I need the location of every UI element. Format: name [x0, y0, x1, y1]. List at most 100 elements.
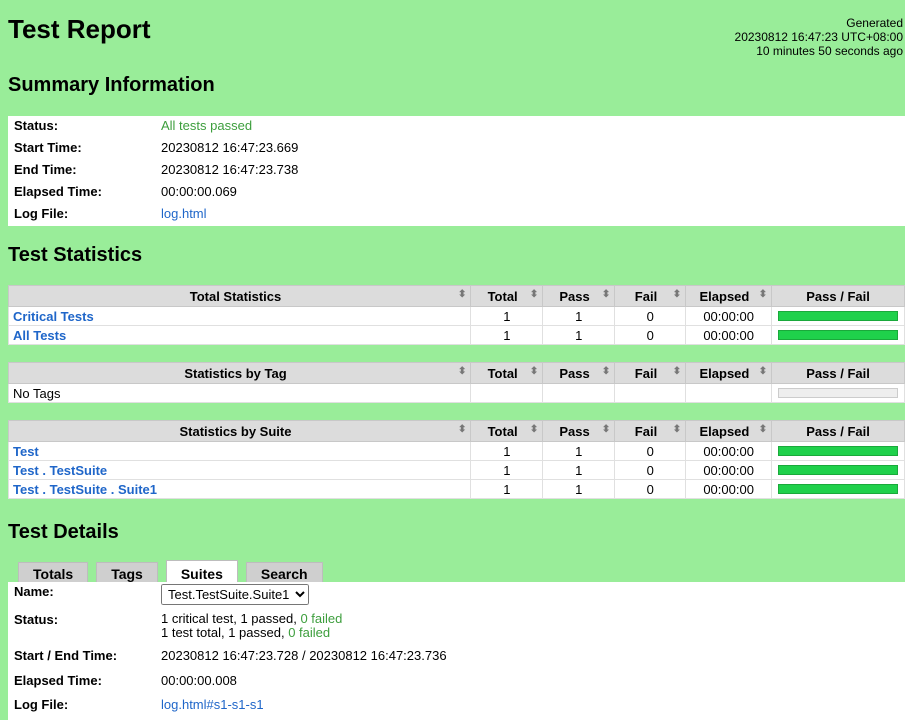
- empty-cell: [470, 383, 544, 403]
- summary-log-link-cell: log.html: [161, 204, 905, 226]
- critical-tests-link[interactable]: Critical Tests: [13, 309, 94, 324]
- summary-row-log: Log File: log.html: [8, 204, 905, 226]
- generated-time: 20230812 16:47:23 UTC+08:00: [734, 30, 903, 44]
- table-header-row: Statistics by Suite ⬍ Total ⬍ Pass ⬍ Fail…: [7, 420, 905, 442]
- details-label: Start / End Time:: [14, 647, 118, 663]
- pass-column-header[interactable]: Pass ⬍: [542, 420, 616, 442]
- stat-pass: 1: [542, 325, 616, 345]
- stat-total: 1: [470, 479, 544, 499]
- pass-fail-bar-cell: [771, 325, 905, 345]
- elapsed-column-header[interactable]: Elapsed ⬍: [685, 362, 773, 384]
- statistics-heading: Test Statistics: [8, 244, 143, 266]
- stat-name: Test: [7, 441, 472, 461]
- summary-label: Status:: [14, 118, 59, 133]
- elapsed-column-header[interactable]: Elapsed ⬍: [685, 285, 773, 307]
- suite-test-link[interactable]: Test: [13, 444, 39, 459]
- suite-statistics-table: Statistics by Suite ⬍ Total ⬍ Pass ⬍ Fail…: [7, 420, 905, 499]
- sort-arrows-icon: ⬍: [529, 423, 539, 435]
- details-status-cell: 1 critical test, 1 passed, 0 failed 1 te…: [161, 610, 905, 646]
- pass-fail-bar-cell: [771, 306, 905, 326]
- tab-totals[interactable]: Totals: [18, 562, 89, 584]
- stat-elapsed: 00:00:00: [685, 325, 773, 345]
- tag-statistics-header[interactable]: Statistics by Tag ⬍: [7, 362, 472, 384]
- details-tabs: Totals Tags Suites Search: [18, 560, 323, 584]
- details-row-time: Start / End Time: 20230812 16:47:23.728 …: [8, 646, 905, 671]
- elapsed-column-header[interactable]: Elapsed ⬍: [685, 420, 773, 442]
- summary-label: Log File:: [14, 206, 69, 221]
- details-elapsed-value: 00:00:00.008: [161, 672, 237, 688]
- total-statistics-header[interactable]: Total Statistics ⬍: [7, 285, 472, 307]
- summary-row-elapsed: Elapsed Time: 00:00:00.069: [8, 182, 905, 204]
- details-row-log: Log File: log.html#s1-s1-s1: [8, 695, 905, 720]
- suite-testsuite-link[interactable]: Test . TestSuite: [13, 463, 107, 478]
- details-label: Status:: [14, 612, 59, 628]
- pass-fail-bar-cell: [771, 479, 905, 499]
- details-table: Name: Test.TestSuite.Suite1 Status: 1 cr…: [8, 582, 905, 720]
- total-column-header[interactable]: Total ⬍: [470, 285, 544, 307]
- pass-fail-column-header: Pass / Fail: [771, 285, 905, 307]
- stat-pass: 1: [542, 460, 616, 480]
- suite-name-select[interactable]: Test.TestSuite.Suite1: [161, 584, 309, 605]
- details-label: Elapsed Time:: [14, 672, 102, 688]
- pass-bar: [778, 311, 898, 321]
- table-header-row: Total Statistics ⬍ Total ⬍ Pass ⬍ Fail ⬍ …: [7, 285, 905, 307]
- all-tests-link[interactable]: All Tests: [13, 328, 66, 343]
- sort-arrows-icon: ⬍: [457, 423, 467, 435]
- stat-elapsed: 00:00:00: [685, 460, 773, 480]
- page-title: Test Report: [8, 14, 151, 44]
- tab-tags[interactable]: Tags: [96, 562, 158, 584]
- details-heading: Test Details: [8, 521, 119, 543]
- details-name-cell: Test.TestSuite.Suite1: [161, 582, 905, 610]
- summary-elapsed-value: 00:00:00.069: [161, 184, 237, 199]
- pass-fail-bar-cell: [771, 441, 905, 461]
- summary-row-status: Status: All tests passed: [8, 116, 905, 138]
- stat-total: 1: [470, 306, 544, 326]
- suite-statistics-header[interactable]: Statistics by Suite ⬍: [7, 420, 472, 442]
- stat-elapsed: 00:00:00: [685, 306, 773, 326]
- fail-column-header[interactable]: Fail ⬍: [614, 362, 687, 384]
- total-column-header[interactable]: Total ⬍: [470, 420, 544, 442]
- sort-arrows-icon: ⬍: [758, 288, 768, 300]
- log-file-link[interactable]: log.html: [161, 206, 207, 221]
- stat-pass: 1: [542, 306, 616, 326]
- generated-info: Generated 20230812 16:47:23 UTC+08:00 10…: [735, 16, 903, 58]
- pass-column-header[interactable]: Pass ⬍: [542, 362, 616, 384]
- pass-fail-column-header: Pass / Fail: [771, 362, 905, 384]
- summary-end-value: 20230812 16:47:23.738: [161, 162, 299, 177]
- fail-column-header[interactable]: Fail ⬍: [614, 420, 687, 442]
- stat-elapsed: 00:00:00: [685, 441, 773, 461]
- sort-arrows-icon: ⬍: [457, 288, 467, 300]
- empty-cell: [685, 383, 773, 403]
- details-log-link[interactable]: log.html#s1-s1-s1: [161, 697, 264, 712]
- stat-elapsed: 00:00:00: [685, 479, 773, 499]
- summary-row-start: Start Time: 20230812 16:47:23.669: [8, 138, 905, 160]
- empty-bar: [778, 388, 898, 398]
- table-row: No Tags: [7, 383, 905, 403]
- stat-total: 1: [470, 460, 544, 480]
- stat-fail: 0: [614, 306, 687, 326]
- details-row-name: Name: Test.TestSuite.Suite1: [8, 582, 905, 610]
- table-row: All Tests 1 1 0 00:00:00: [7, 325, 905, 345]
- stat-fail: 0: [614, 325, 687, 345]
- fail-column-header[interactable]: Fail ⬍: [614, 285, 687, 307]
- stat-total: 1: [470, 325, 544, 345]
- suite-suite1-link[interactable]: Test . TestSuite . Suite1: [13, 482, 157, 497]
- tab-suites[interactable]: Suites: [165, 560, 238, 584]
- sort-arrows-icon: ⬍: [601, 423, 611, 435]
- pass-bar: [778, 484, 898, 494]
- tab-search[interactable]: Search: [245, 562, 323, 584]
- summary-status-value: All tests passed: [161, 118, 253, 133]
- summary-row-end: End Time: 20230812 16:47:23.738: [8, 160, 905, 182]
- stat-name: Test . TestSuite . Suite1: [7, 479, 472, 499]
- stat-fail: 0: [614, 460, 687, 480]
- sort-arrows-icon: ⬍: [529, 288, 539, 300]
- sort-arrows-icon: ⬍: [758, 423, 768, 435]
- pass-column-header[interactable]: Pass ⬍: [542, 285, 616, 307]
- total-column-header[interactable]: Total ⬍: [470, 362, 544, 384]
- stat-pass: 1: [542, 479, 616, 499]
- details-log-cell: log.html#s1-s1-s1: [161, 695, 905, 720]
- sort-arrows-icon: ⬍: [758, 365, 768, 377]
- empty-cell: [542, 383, 616, 403]
- generated-label: Generated: [846, 16, 903, 30]
- sort-arrows-icon: ⬍: [672, 288, 682, 300]
